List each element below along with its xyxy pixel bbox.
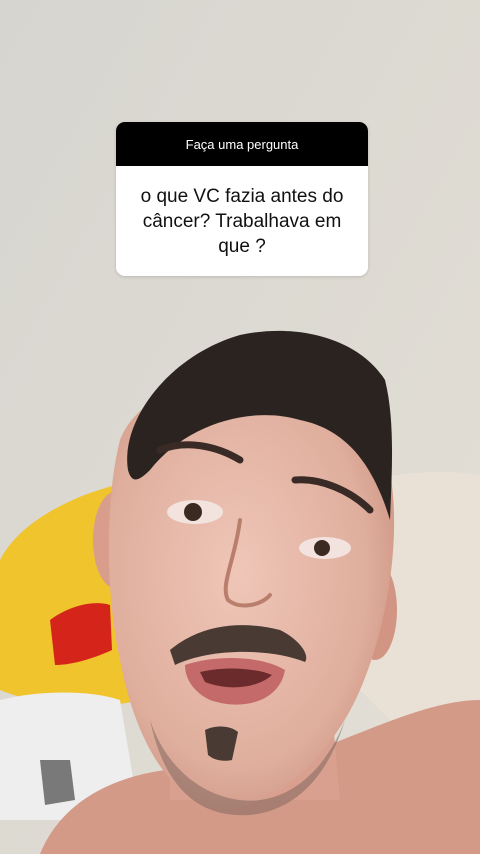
question-sticker[interactable]: Faça uma pergunta o que VC fazia antes d… <box>116 122 368 276</box>
question-sticker-header: Faça uma pergunta <box>116 122 368 166</box>
question-text: o que VC fazia antes do câncer? Trabalha… <box>140 185 344 257</box>
